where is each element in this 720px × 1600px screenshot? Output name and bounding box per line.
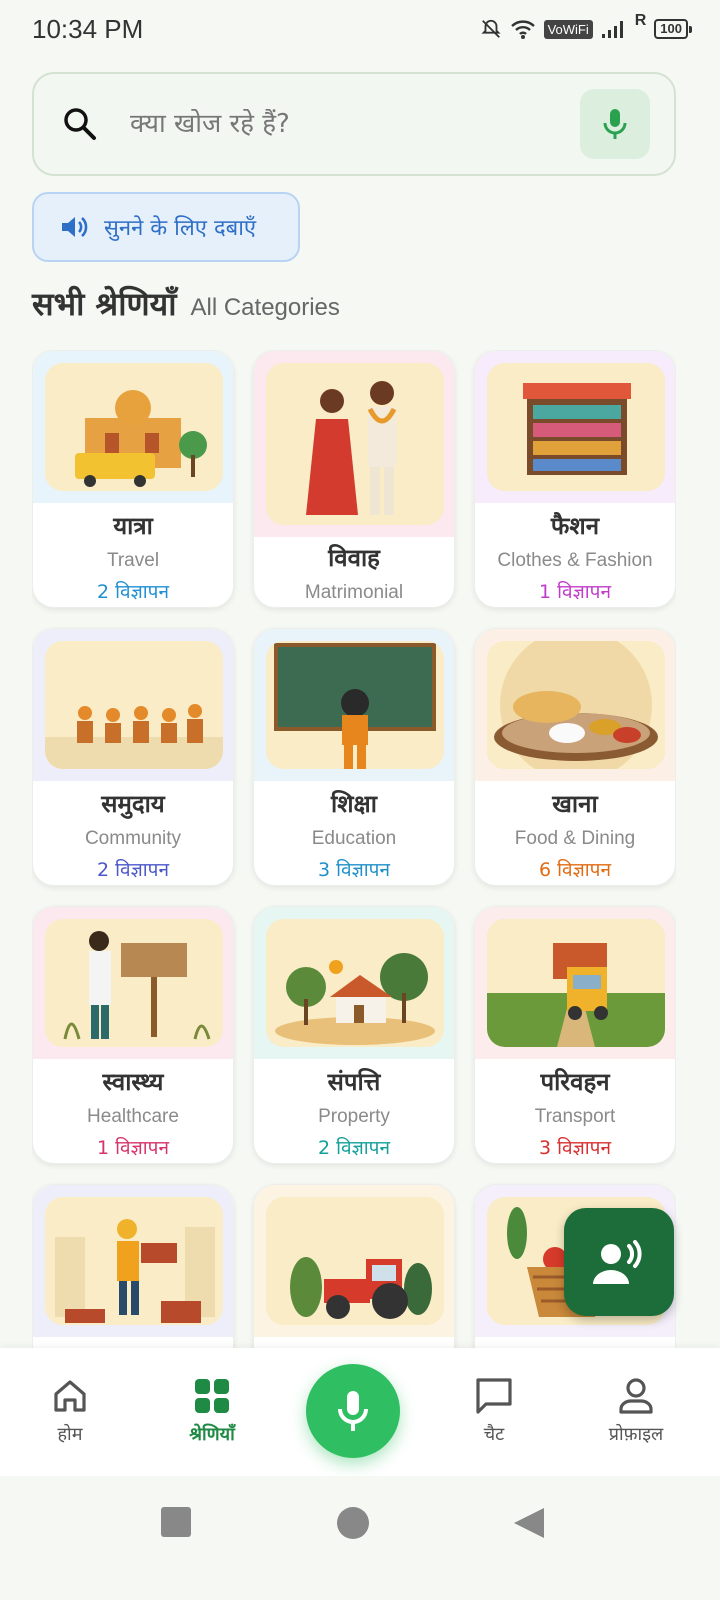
nav-home[interactable]: होम	[10, 1376, 130, 1446]
listen-label: सुनने के लिए दबाएँ	[104, 216, 257, 241]
nav-home-label: होम	[57, 1424, 83, 1445]
healthcare-illustration	[45, 919, 223, 1047]
mute-bell-icon	[481, 19, 501, 38]
category-card-education[interactable]: शिक्षा Education 3 विज्ञापन	[253, 628, 455, 886]
agriculture-illustration	[266, 1197, 444, 1325]
voice-assistant-fab[interactable]	[564, 1208, 674, 1316]
category-title-hi: संपत्ति	[327, 1068, 381, 1096]
category-ad-count: 3 विज्ञापन	[538, 1137, 612, 1159]
listen-button[interactable]: सुनने के लिए दबाएँ	[32, 192, 300, 262]
section-subtitle: All Categories	[190, 294, 340, 321]
category-ad-count: 6 विज्ञापन	[538, 859, 612, 881]
fashion-illustration	[487, 363, 665, 491]
home-icon	[54, 1380, 86, 1412]
status-bar: 10:34 PM VoWiFi R 100	[0, 0, 720, 58]
search-icon	[64, 108, 96, 140]
nav-profile-label: प्रोफ़ाइल	[608, 1424, 664, 1445]
grid-icon	[195, 1379, 229, 1413]
profile-icon	[619, 1378, 653, 1414]
search-input[interactable]	[130, 109, 580, 139]
nav-categories[interactable]: श्रेणियाँ	[152, 1376, 272, 1446]
category-ad-count: 2 विज्ञापन	[96, 581, 170, 603]
system-navigation-bar	[0, 1476, 720, 1600]
category-title-hi: शिक्षा	[331, 790, 377, 818]
category-title-en: Matrimonial	[304, 582, 404, 603]
voice-search-button[interactable]	[580, 89, 650, 159]
section-title: सभी श्रेणियाँ	[32, 285, 177, 323]
chat-icon	[476, 1378, 512, 1414]
category-ad-count: 2 विज्ञापन	[317, 1137, 391, 1159]
status-time: 10:34 PM	[32, 13, 144, 44]
home-circle-icon[interactable]	[336, 1506, 370, 1540]
back-icon[interactable]	[512, 1506, 546, 1540]
speaker-icon	[62, 217, 88, 237]
nav-chat[interactable]: चैट	[434, 1376, 554, 1446]
nav-profile[interactable]: प्रोफ़ाइल	[576, 1376, 696, 1446]
category-card-matrimonial[interactable]: विवाह Matrimonial	[253, 350, 455, 608]
category-card-agriculture[interactable]	[253, 1184, 455, 1348]
food-illustration	[487, 641, 665, 769]
battery-icon: 100	[654, 19, 692, 39]
community-illustration	[45, 641, 223, 769]
category-title-en: Education	[311, 828, 397, 849]
category-card-healthcare[interactable]: स्वास्थ्य Healthcare 1 विज्ञापन	[32, 906, 234, 1164]
category-title-hi: खाना	[552, 790, 598, 818]
category-title-en: Community	[84, 828, 182, 849]
category-card-property[interactable]: संपत्ति Property 2 विज्ञापन	[253, 906, 455, 1164]
category-title-en: Travel	[106, 550, 160, 571]
vowifi-badge: VoWiFi	[543, 19, 593, 39]
property-illustration	[266, 919, 444, 1047]
category-ad-count: 3 विज्ञापन	[317, 859, 391, 881]
nav-categories-label: श्रेणियाँ	[189, 1424, 235, 1445]
microphone-icon	[338, 1391, 368, 1431]
transport-illustration	[487, 919, 665, 1047]
category-card-food[interactable]: खाना Food & Dining 6 विज्ञापन	[474, 628, 676, 886]
category-card-travel[interactable]: यात्रा Travel 2 विज्ञापन	[32, 350, 234, 608]
category-title-en: Transport	[534, 1106, 616, 1127]
status-icons: VoWiFi R 100	[480, 12, 692, 40]
category-title-hi: यात्रा	[113, 512, 153, 540]
section-heading: सभी श्रेणियाँ All Categories	[32, 282, 340, 325]
signal-icon	[601, 21, 623, 38]
microphone-icon	[603, 109, 627, 139]
category-title-en: Food & Dining	[514, 828, 636, 849]
category-card-community[interactable]: समुदाय Community 2 विज्ञापन	[32, 628, 234, 886]
matrimonial-illustration	[266, 363, 444, 525]
category-title-en: Property	[318, 1106, 390, 1127]
construction-illustration	[45, 1197, 223, 1325]
category-card-construction[interactable]	[32, 1184, 234, 1348]
wifi-icon	[510, 20, 535, 39]
category-title-hi: परिवहन	[540, 1068, 610, 1096]
education-illustration	[266, 641, 444, 769]
nav-chat-label: चैट	[483, 1424, 505, 1445]
travel-illustration	[45, 363, 223, 491]
category-ad-count: 1 विज्ञापन	[96, 1137, 170, 1159]
roaming-indicator: R	[634, 12, 647, 29]
category-title-en: Healthcare	[87, 1106, 179, 1127]
category-grid: यात्रा Travel 2 विज्ञापन विवाह Matrimoni…	[32, 350, 676, 1348]
voice-speaker-icon	[593, 1240, 642, 1284]
category-title-hi: विवाह	[328, 544, 380, 572]
category-card-fashion[interactable]: फैशन Clothes & Fashion 1 विज्ञापन	[474, 350, 676, 608]
category-title-en: Clothes & Fashion	[497, 550, 653, 571]
category-title-hi: फैशन	[550, 512, 600, 540]
category-title-hi: स्वास्थ्य	[102, 1068, 164, 1096]
voice-record-button[interactable]	[306, 1364, 400, 1458]
search-bar[interactable]	[32, 72, 676, 176]
category-ad-count: 2 विज्ञापन	[96, 859, 170, 881]
recent-apps-icon[interactable]	[160, 1506, 192, 1538]
category-card-transport[interactable]: परिवहन Transport 3 विज्ञापन	[474, 906, 676, 1164]
category-title-hi: समुदाय	[101, 790, 165, 818]
category-ad-count: 1 विज्ञापन	[538, 581, 612, 603]
